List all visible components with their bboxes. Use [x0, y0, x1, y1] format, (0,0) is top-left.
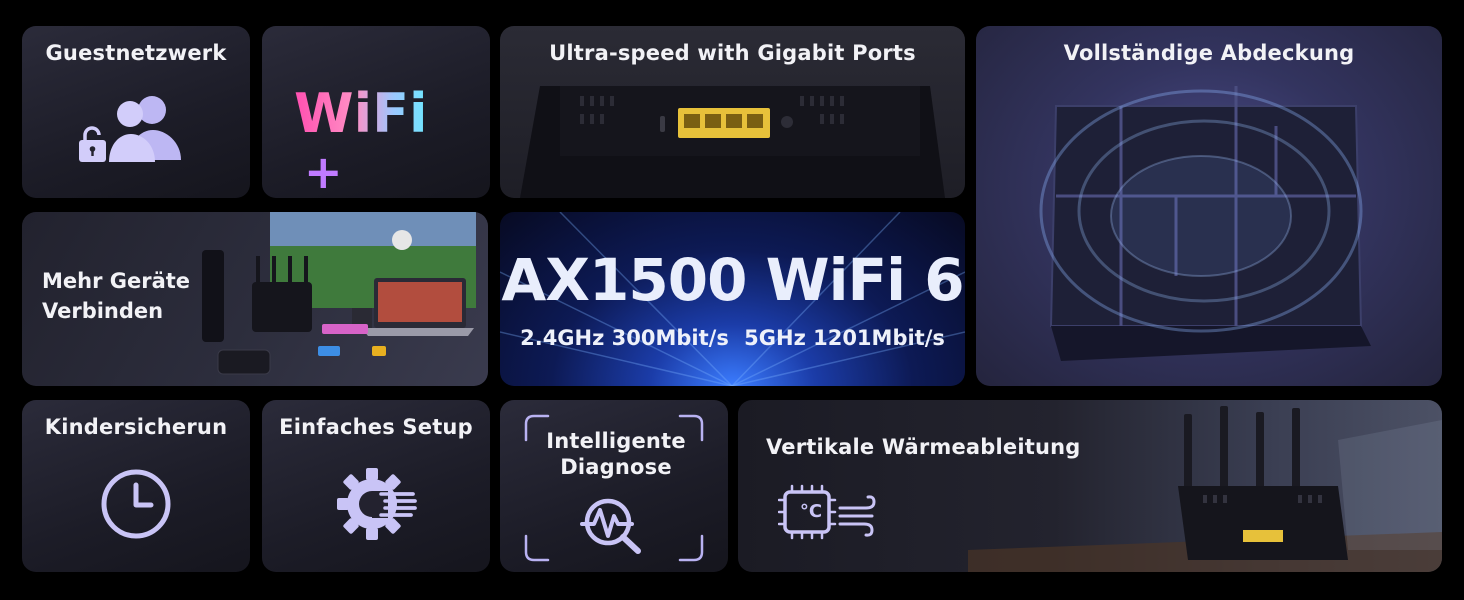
speed-24ghz: 2.4GHz 300Mbit/s: [520, 326, 729, 350]
heat-dissipation-title: Vertikale Wärmeableitung: [766, 435, 1081, 459]
guest-network-title: Guestnetzwerk: [45, 41, 227, 65]
easy-setup-title: Einfaches Setup: [279, 415, 473, 439]
smart-diagnosis-title-line1: Intelligente: [546, 429, 686, 453]
easy-setup-card: Einfaches Setup: [262, 400, 490, 572]
wifi-plus-logo: WiFi +: [294, 86, 490, 199]
coverage-card: Vollständige Abdeckung: [976, 26, 1442, 386]
parental-control-card: Kindersicherun: [22, 400, 250, 572]
smart-diagnosis-card: Intelligente Diagnose: [500, 400, 728, 572]
gigabit-ports-card: Ultra-speed with Gigabit Ports: [500, 26, 965, 198]
coverage-title: Vollständige Abdeckung: [1063, 41, 1355, 65]
wifi-logo-text: WiFi: [294, 82, 428, 145]
more-devices-card: Mehr Geräte Verbinden: [22, 212, 488, 386]
guest-network-card: Guestnetzwerk: [22, 26, 250, 198]
chip-temperature-label: °C: [799, 501, 823, 522]
speed-specs: 2.4GHz 300Mbit/s 5GHz 1201Mbit/s: [500, 324, 965, 352]
ax1500-card: AX1500 WiFi 6 2.4GHz 300Mbit/s 5GHz 1201…: [500, 212, 965, 386]
gigabit-ports-title: Ultra-speed with Gigabit Ports: [549, 41, 916, 65]
floorplan-coverage-image: [1039, 86, 1371, 361]
heat-dissipation-card: Vertikale Wärmeableitung °C: [738, 400, 1442, 572]
gear-speed-icon: [337, 466, 417, 542]
wifi-plus-card: WiFi +: [262, 26, 490, 198]
more-devices-title-line2: Verbinden: [42, 299, 164, 323]
parental-control-title: Kindersicherun: [44, 415, 228, 439]
diagnosis-magnifier-icon: [580, 496, 646, 554]
more-devices-title-line1: Mehr Geräte: [42, 269, 191, 293]
ax1500-headline: AX1500 WiFi 6: [501, 246, 964, 314]
guest-users-lock-icon: [77, 94, 189, 166]
speed-5ghz: 5GHz 1201Mbit/s: [744, 326, 945, 350]
clock-icon: [99, 467, 173, 541]
wifi-plus-sign: +: [304, 145, 343, 198]
smart-diagnosis-title-line2: Diagnose: [560, 455, 672, 479]
